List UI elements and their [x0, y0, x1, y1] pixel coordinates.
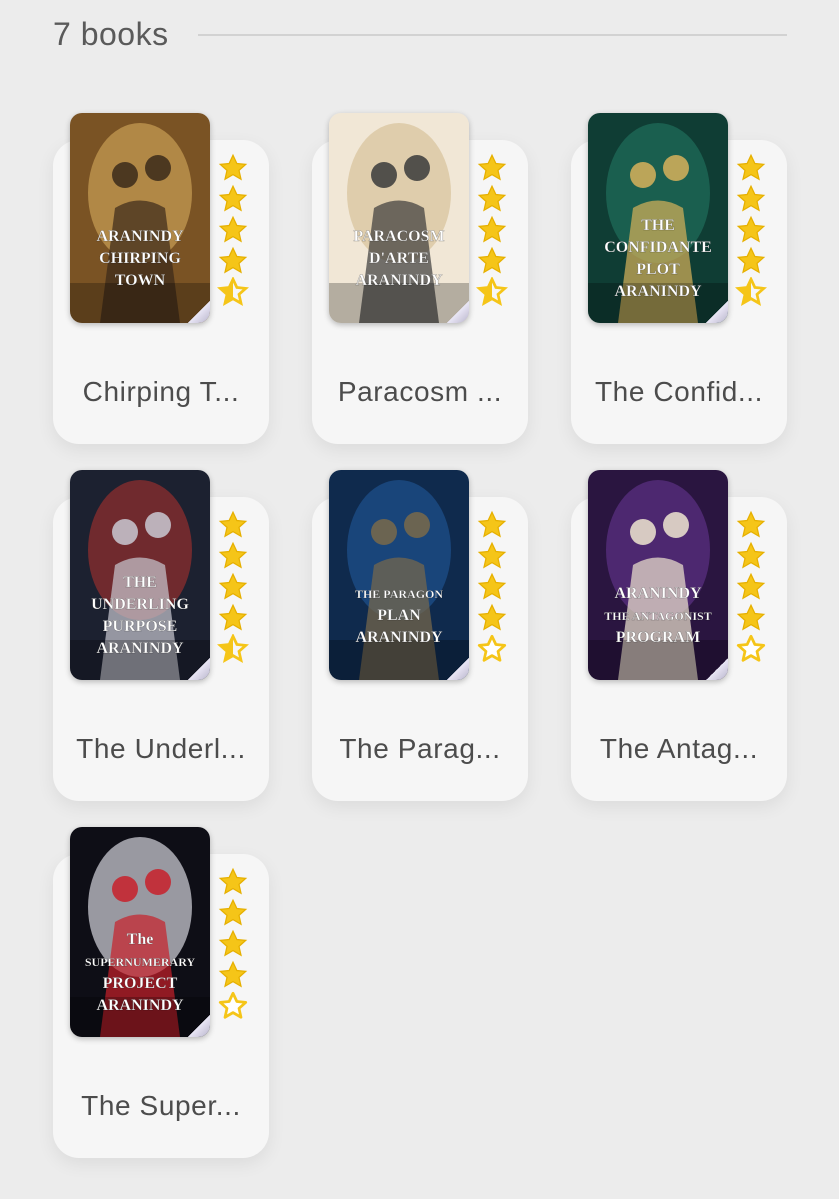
svg-text:PARACOSM: PARACOSM: [353, 228, 444, 245]
page-curl-icon: [706, 301, 728, 323]
star-filled-icon: [218, 510, 248, 538]
star-filled-icon: [736, 572, 766, 600]
svg-text:D'ARTE: D'ARTE: [369, 250, 429, 267]
svg-text:PURPOSE: PURPOSE: [103, 618, 178, 635]
page-curl-icon: [188, 301, 210, 323]
star-empty-icon: [218, 991, 248, 1019]
svg-text:TOWN: TOWN: [115, 272, 166, 289]
star-filled-icon: [218, 929, 248, 957]
star-filled-icon: [218, 215, 248, 243]
svg-text:PROGRAM: PROGRAM: [616, 629, 700, 646]
star-filled-icon: [477, 215, 507, 243]
svg-text:ARANINDY: ARANINDY: [614, 585, 702, 602]
svg-text:ARANINDY: ARANINDY: [355, 629, 443, 646]
book-title[interactable]: The Antag...: [587, 733, 771, 765]
star-filled-icon: [477, 541, 507, 569]
svg-text:CHIRPING: CHIRPING: [99, 250, 181, 267]
book-count: 7 books: [53, 16, 169, 52]
star-filled-icon: [218, 572, 248, 600]
star-filled-icon: [218, 898, 248, 926]
svg-text:ARANINDY: ARANINDY: [355, 272, 443, 289]
book-cover[interactable]: ARANINDY CHIRPING TOWN: [70, 113, 210, 323]
book-title[interactable]: Paracosm ...: [328, 376, 512, 408]
rating-stars: [735, 510, 769, 665]
svg-text:ARANINDY: ARANINDY: [96, 228, 184, 245]
star-filled-icon: [736, 215, 766, 243]
star-filled-icon: [218, 153, 248, 181]
star-filled-icon: [736, 541, 766, 569]
svg-text:THE: THE: [123, 574, 157, 591]
book-title[interactable]: The Parag...: [328, 733, 512, 765]
page-curl-icon: [447, 301, 469, 323]
star-filled-icon: [218, 867, 248, 895]
book-cover[interactable]: PARACOSM D'ARTE ARANINDY: [329, 113, 469, 323]
star-filled-icon: [736, 246, 766, 274]
star-half-icon: [217, 634, 249, 664]
book-cover[interactable]: ARANINDY THE ANTAGONIST PROGRAM: [588, 470, 728, 680]
star-filled-icon: [477, 510, 507, 538]
star-filled-icon: [477, 153, 507, 181]
page-curl-icon: [447, 658, 469, 680]
svg-text:ARANINDY: ARANINDY: [614, 283, 702, 300]
rating-stars: [217, 510, 251, 665]
star-half-icon: [476, 277, 508, 307]
page-curl-icon: [188, 1015, 210, 1037]
star-filled-icon: [218, 541, 248, 569]
star-filled-icon: [736, 603, 766, 631]
svg-text:CONFIDANTE: CONFIDANTE: [604, 239, 712, 256]
book-cover[interactable]: THE CONFIDANTE PLOT ARANINDY: [588, 113, 728, 323]
header-divider: [198, 34, 787, 36]
star-empty-icon: [736, 634, 766, 662]
star-filled-icon: [218, 603, 248, 631]
book-cover[interactable]: THE UNDERLING PURPOSE ARANINDY: [70, 470, 210, 680]
book-title[interactable]: Chirping T...: [69, 376, 253, 408]
book-title[interactable]: The Underl...: [69, 733, 253, 765]
books-header: 7 books: [53, 14, 787, 58]
star-filled-icon: [736, 184, 766, 212]
star-filled-icon: [218, 246, 248, 274]
page-curl-icon: [706, 658, 728, 680]
svg-text:ARANINDY: ARANINDY: [96, 997, 184, 1014]
star-half-icon: [735, 277, 767, 307]
svg-text:PLAN: PLAN: [377, 607, 421, 624]
svg-text:ARANINDY: ARANINDY: [96, 640, 184, 657]
page-curl-icon: [188, 658, 210, 680]
svg-text:THE: THE: [641, 217, 675, 234]
svg-text:PROJECT: PROJECT: [103, 975, 178, 992]
star-filled-icon: [477, 572, 507, 600]
book-cover[interactable]: THE PARAGON PLAN ARANINDY: [329, 470, 469, 680]
rating-stars: [217, 867, 251, 1022]
rating-stars: [476, 510, 510, 665]
star-filled-icon: [736, 153, 766, 181]
svg-text:PLOT: PLOT: [636, 261, 680, 278]
svg-text:THE ANTAGONIST: THE ANTAGONIST: [604, 609, 711, 623]
star-filled-icon: [477, 184, 507, 212]
svg-text:THE PARAGON: THE PARAGON: [355, 587, 443, 601]
book-cover[interactable]: The SUPERNUMERARY PROJECT ARANINDY: [70, 827, 210, 1037]
star-half-icon: [217, 277, 249, 307]
book-title[interactable]: The Confid...: [587, 376, 771, 408]
star-filled-icon: [218, 184, 248, 212]
rating-stars: [217, 153, 251, 308]
book-title[interactable]: The Super...: [69, 1090, 253, 1122]
svg-text:The: The: [127, 931, 154, 948]
star-filled-icon: [477, 603, 507, 631]
svg-text:SUPERNUMERARY: SUPERNUMERARY: [85, 955, 196, 969]
rating-stars: [735, 153, 769, 308]
star-filled-icon: [736, 510, 766, 538]
star-filled-icon: [218, 960, 248, 988]
rating-stars: [476, 153, 510, 308]
svg-text:UNDERLING: UNDERLING: [91, 596, 189, 613]
star-empty-icon: [477, 634, 507, 662]
star-filled-icon: [477, 246, 507, 274]
